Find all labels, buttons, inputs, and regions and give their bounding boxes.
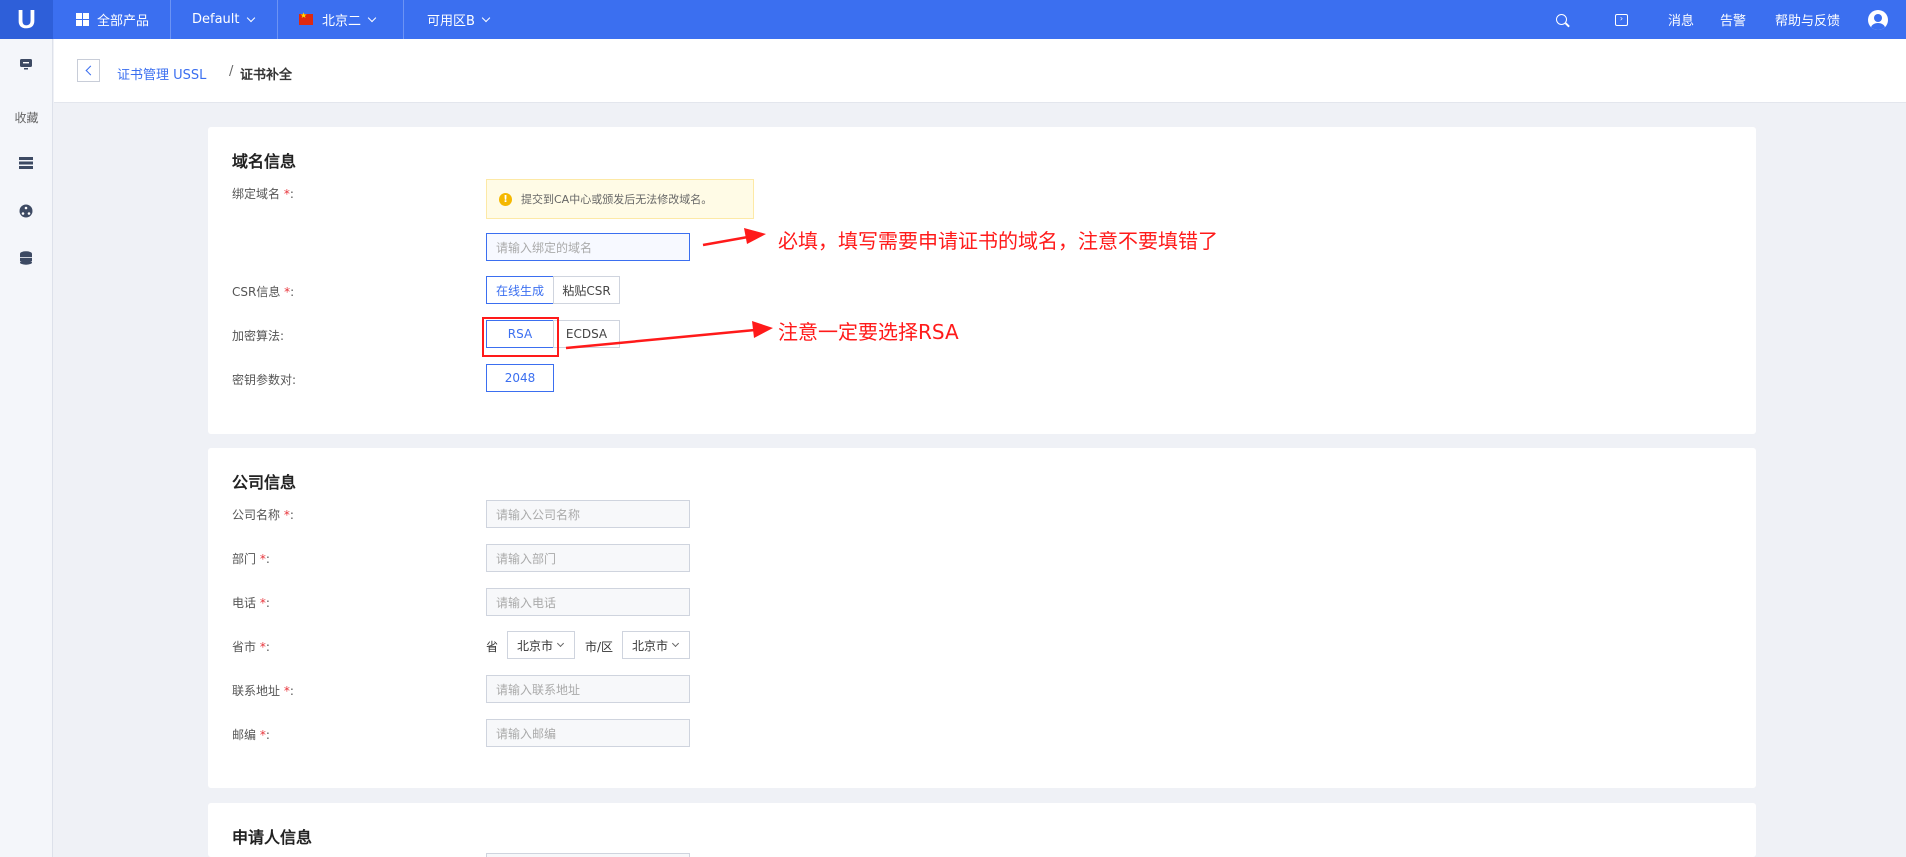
domain-annotation-text: 必填，填写需要申请证书的域名，注意不要填错了 [778, 229, 1218, 253]
domain-arrow-head [744, 228, 766, 244]
rsa-annotation-text: 注意一定要选择RSA [778, 320, 959, 344]
domain-arrow-line [702, 235, 749, 247]
annotation-arrows [565, 228, 773, 350]
rsa-arrow-line [565, 328, 756, 350]
rsa-arrow-head [752, 321, 773, 338]
